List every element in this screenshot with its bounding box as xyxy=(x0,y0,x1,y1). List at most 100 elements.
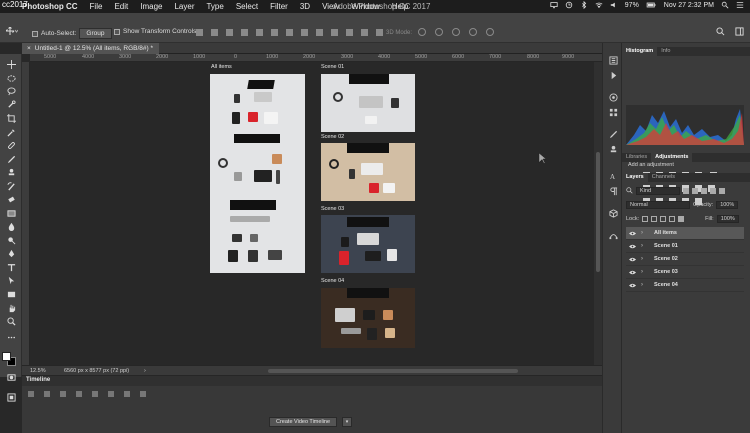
auto-select-checkbox[interactable] xyxy=(32,30,38,37)
chevron-right-icon[interactable]: › xyxy=(641,282,650,288)
transition-icon[interactable] xyxy=(140,391,146,397)
menu-layer[interactable]: Layer xyxy=(174,2,194,11)
color-panel-button[interactable] xyxy=(608,92,618,102)
artboard-label-all-items[interactable]: All items xyxy=(211,64,232,70)
first-frame-icon[interactable] xyxy=(28,391,34,397)
layer-name[interactable]: Scene 04 xyxy=(654,282,678,288)
layer-name[interactable]: Scene 03 xyxy=(654,269,678,275)
more-tools[interactable] xyxy=(6,332,16,342)
visibility-toggle[interactable] xyxy=(629,270,639,275)
quick-mask-button[interactable] xyxy=(6,372,16,382)
play-icon[interactable] xyxy=(60,391,66,397)
artboard-label-scene-02[interactable]: Scene 02 xyxy=(321,134,344,140)
document-tab-close[interactable]: × xyxy=(27,43,31,54)
filter-kind-dropdown[interactable]: Kind xyxy=(636,186,680,195)
tab-adjustments[interactable]: Adjustments xyxy=(651,153,693,162)
clone-stamp-tool[interactable] xyxy=(6,167,16,177)
wifi-icon[interactable] xyxy=(595,1,603,9)
artboard-scene-02[interactable] xyxy=(321,143,415,201)
menu-3d[interactable]: 3D xyxy=(300,2,310,11)
type-tool[interactable] xyxy=(6,262,16,272)
crop-tool[interactable] xyxy=(6,113,16,123)
path-selection-tool[interactable] xyxy=(6,275,16,285)
tab-layers[interactable]: Layers xyxy=(622,173,648,182)
3d-scale-icon[interactable] xyxy=(486,28,494,36)
distribute-hcenter-icon[interactable] xyxy=(346,29,353,36)
visibility-toggle[interactable] xyxy=(629,257,639,262)
workspace-icon[interactable] xyxy=(735,27,744,36)
foreground-color-swatch[interactable] xyxy=(2,352,11,361)
eyedropper-tool[interactable] xyxy=(6,127,16,137)
display-icon[interactable] xyxy=(550,1,558,9)
3d-roll-icon[interactable] xyxy=(435,28,443,36)
filter-pixel-icon[interactable] xyxy=(683,187,689,194)
menu-select[interactable]: Select xyxy=(236,2,258,11)
visibility-toggle[interactable] xyxy=(629,244,639,249)
hand-tool[interactable] xyxy=(6,303,16,313)
3d-slide-icon[interactable] xyxy=(469,28,477,36)
artboard-scene-03[interactable] xyxy=(321,215,415,273)
character-panel-button[interactable]: A xyxy=(608,171,618,181)
layer-row-scene-01[interactable]: › Scene 01 xyxy=(626,240,744,253)
menu-type[interactable]: Type xyxy=(206,2,223,11)
brush-tool[interactable] xyxy=(6,154,16,164)
horizontal-scrollbar[interactable] xyxy=(268,369,518,373)
split-icon[interactable] xyxy=(124,391,130,397)
artboard-all-items[interactable] xyxy=(210,74,305,273)
actions-panel-button[interactable] xyxy=(608,70,618,80)
layer-name[interactable]: Scene 01 xyxy=(654,243,678,249)
zoom-tool[interactable] xyxy=(6,316,16,326)
spotlight-icon[interactable] xyxy=(721,1,729,9)
vertical-scrollbar[interactable] xyxy=(594,62,602,365)
distribute-top-icon[interactable] xyxy=(286,29,293,36)
move-tool-preset[interactable] xyxy=(6,27,18,36)
chevron-right-icon[interactable]: › xyxy=(641,269,650,275)
artboard-label-scene-01[interactable]: Scene 01 xyxy=(321,64,344,70)
3d-pan-icon[interactable] xyxy=(452,28,460,36)
artboard-scene-01[interactable] xyxy=(321,74,415,132)
mute-icon[interactable] xyxy=(92,391,98,397)
3d-orbit-icon[interactable] xyxy=(418,28,426,36)
lock-all-icon[interactable] xyxy=(678,215,685,222)
datetime[interactable]: Nov 27 2:32 PM xyxy=(664,2,714,9)
chevron-right-icon[interactable]: › xyxy=(641,230,650,236)
paragraph-panel-button[interactable] xyxy=(608,186,618,196)
swatches-panel-button[interactable] xyxy=(608,107,618,117)
layer-row-scene-03[interactable]: › Scene 03 xyxy=(626,266,744,279)
fill-field[interactable]: 100% xyxy=(716,214,739,223)
document-canvas[interactable]: All items Scene 01 Scene 02 Scene 03 Sce… xyxy=(30,62,594,365)
align-top-icon[interactable] xyxy=(196,29,203,36)
previous-frame-icon[interactable] xyxy=(44,391,50,397)
time-machine-icon[interactable] xyxy=(565,1,573,9)
zoom-level[interactable]: 12.5% xyxy=(30,368,46,374)
layer-name[interactable]: Scene 02 xyxy=(654,256,678,262)
3d-panel-button[interactable] xyxy=(608,208,618,218)
tab-libraries[interactable]: Libraries xyxy=(622,153,651,162)
visibility-toggle[interactable] xyxy=(629,231,639,236)
horizontal-ruler[interactable]: 5000 4000 3000 2000 1000 0 1000 2000 300… xyxy=(30,54,602,62)
battery-icon[interactable] xyxy=(646,1,657,9)
align-hcenter-icon[interactable] xyxy=(256,29,263,36)
artboard-scene-04[interactable] xyxy=(321,288,415,348)
layer-row-scene-02[interactable]: › Scene 02 xyxy=(626,253,744,266)
menu-file[interactable]: File xyxy=(90,2,103,11)
move-tool[interactable] xyxy=(6,59,16,69)
vertical-scrollbar-thumb[interactable] xyxy=(596,152,600,272)
chevron-right-icon[interactable]: › xyxy=(641,256,650,262)
clone-source-panel-button[interactable] xyxy=(608,144,618,154)
lock-artboard-icon[interactable] xyxy=(669,215,676,222)
filter-adjust-icon[interactable] xyxy=(692,187,698,194)
filter-smart-icon[interactable] xyxy=(719,187,725,194)
status-menu-arrow[interactable]: › xyxy=(144,368,146,374)
artboard-label-scene-04[interactable]: Scene 04 xyxy=(321,278,344,284)
timeline-title[interactable]: Timeline xyxy=(26,377,50,383)
filter-type-icon[interactable] xyxy=(701,187,707,194)
chevron-right-icon[interactable]: › xyxy=(641,243,650,249)
gradient-tool[interactable] xyxy=(6,208,16,218)
filter-shape-icon[interactable] xyxy=(710,187,716,194)
align-bottom-icon[interactable] xyxy=(226,29,233,36)
document-tab[interactable]: × Untitled-1 @ 12.5% (All items, RGB/8#)… xyxy=(22,43,160,54)
layer-name[interactable]: All items xyxy=(654,230,677,236)
menu-filter[interactable]: Filter xyxy=(270,2,288,11)
menu-image[interactable]: Image xyxy=(140,2,162,11)
